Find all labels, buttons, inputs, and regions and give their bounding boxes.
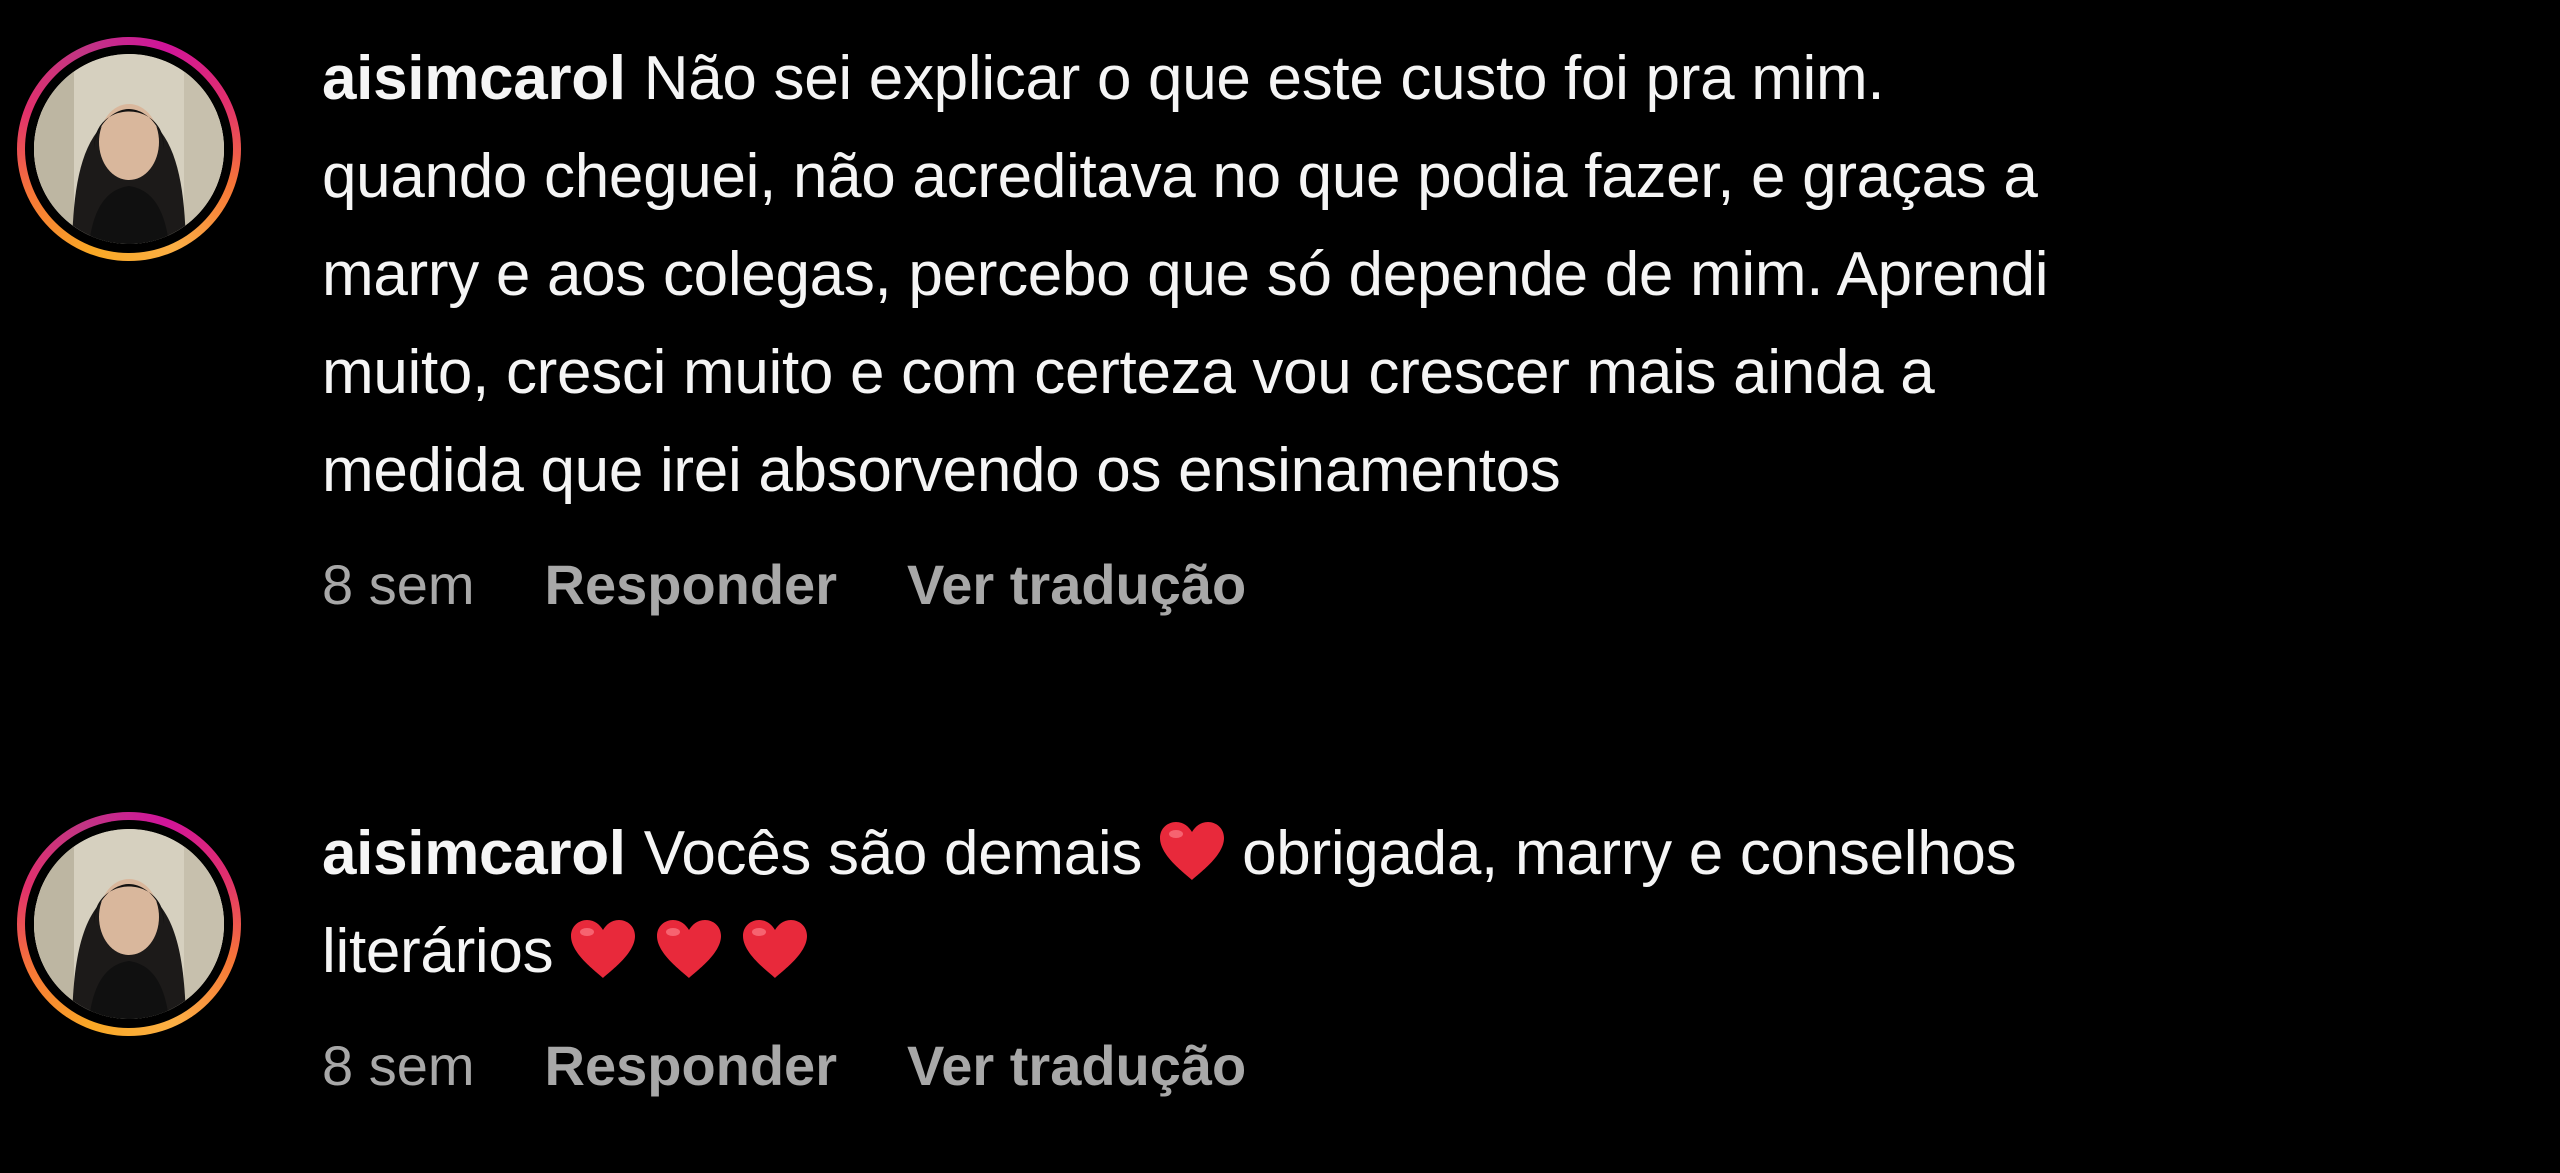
comment-line: obrigada, marry e conselhos xyxy=(1242,819,2017,888)
comment-line: Vocês são demais xyxy=(643,819,1143,888)
comment-body: aisimcarol Vocês são demais obrigada, marr… xyxy=(322,805,2522,1101)
heart-icon xyxy=(657,920,722,978)
comment-line: marry e aos colegas, percebo que só depe… xyxy=(322,240,2049,309)
reply-button[interactable]: Responder xyxy=(545,553,838,616)
reply-button[interactable]: Responder xyxy=(545,1034,838,1097)
comment-line: quando cheguei, não acreditava no que po… xyxy=(322,142,2038,211)
comment-line: Não sei explicar o que este custo foi pr… xyxy=(643,44,1885,113)
comment-text: aisimcarol Não sei explicar o que este cu… xyxy=(322,30,2522,520)
comment-text: aisimcarol Vocês são demais obrigada, marr… xyxy=(322,805,2522,1001)
comment-timestamp[interactable]: 8 sem xyxy=(322,553,475,616)
avatar-story-ring[interactable] xyxy=(17,812,241,1036)
comment-meta: 8 sem Responder Ver tradução xyxy=(322,1031,2522,1101)
heart-icon xyxy=(1160,822,1225,880)
comment-line: medida que irei absorvendo os ensinament… xyxy=(322,436,1561,505)
comment-username[interactable]: aisimcarol xyxy=(322,44,626,113)
comment-line: muito, cresci muito e com certeza vou cr… xyxy=(322,338,1935,407)
comment-username[interactable]: aisimcarol xyxy=(322,819,626,888)
comment-meta: 8 sem Responder Ver tradução xyxy=(322,550,2522,620)
heart-icon xyxy=(571,920,636,978)
avatar-image xyxy=(34,829,224,1019)
translate-button[interactable]: Ver tradução xyxy=(907,1034,1246,1097)
avatar[interactable] xyxy=(34,829,224,1019)
avatar-image xyxy=(34,54,224,244)
avatar-story-ring[interactable] xyxy=(17,37,241,261)
comment-body: aisimcarol Não sei explicar o que este cu… xyxy=(322,30,2522,620)
translate-button[interactable]: Ver tradução xyxy=(907,553,1246,616)
avatar[interactable] xyxy=(34,54,224,244)
comment-timestamp[interactable]: 8 sem xyxy=(322,1034,475,1097)
heart-icon xyxy=(743,920,808,978)
comment-line: literários xyxy=(322,917,554,986)
